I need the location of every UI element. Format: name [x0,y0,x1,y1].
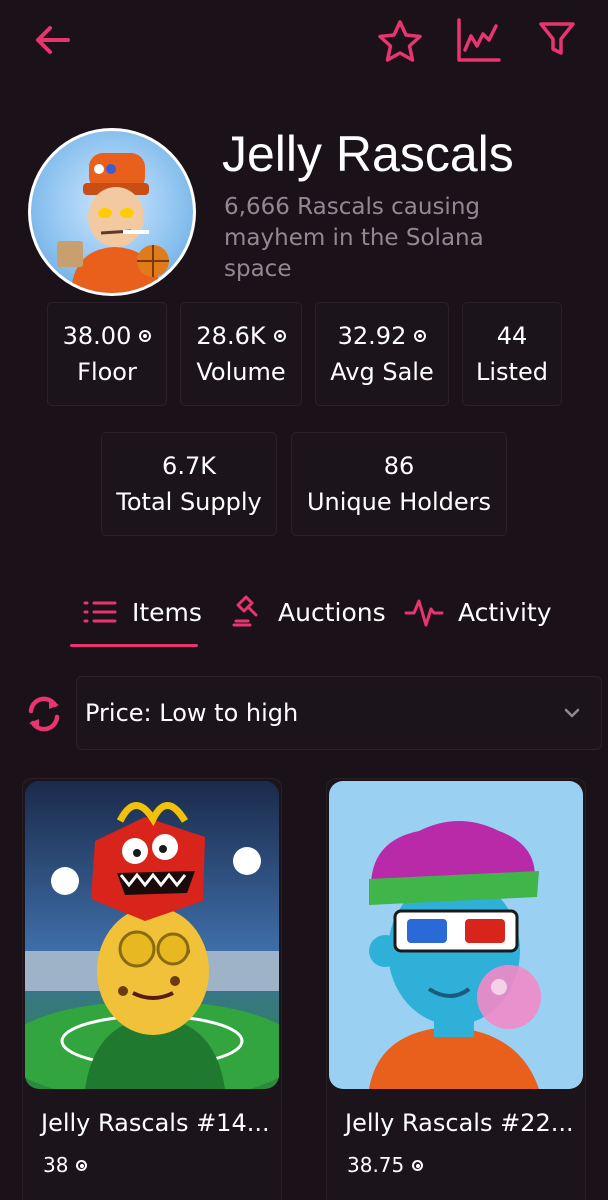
tab-auctions[interactable]: Auctions [230,588,386,636]
stat-value: 44 [496,322,528,350]
star-icon [378,20,422,62]
filter-button[interactable] [534,16,580,62]
sort-selected-value: Price: Low to high [85,699,299,727]
sort-select[interactable]: Price: Low to high [76,676,602,750]
stat-value: 32.92 [337,322,407,350]
nft-price: 38.75 [347,1153,424,1177]
nft-image [25,781,279,1089]
collection-description: 6,666 Rascals causing mayhem in the Sola… [224,194,484,282]
line-chart-icon [457,18,501,62]
sol-icon [139,330,152,342]
active-tab-indicator [70,644,198,647]
nft-price: 38 [43,1153,88,1177]
nft-card[interactable]: Jelly Rascals #14... 38 [22,778,282,1200]
stat-value: 28.6K [196,322,266,350]
stat-avg-sale: 32.92 Avg Sale [315,302,449,406]
stat-unique-holders: 86 Unique Holders [291,432,507,536]
nft-price-value: 38.75 [347,1153,405,1177]
stat-label: Avg Sale [330,358,434,386]
nft-name: Jelly Rascals #14... [41,1109,270,1137]
tab-label: Items [132,597,202,627]
stat-label: Listed [476,358,548,386]
stat-value: 38.00 [62,322,132,350]
stat-label: Volume [196,358,286,386]
rascal-avatar-icon [31,131,193,293]
stat-listed: 44 Listed [462,302,562,406]
refresh-button[interactable] [24,694,64,734]
funnel-icon [539,22,575,55]
arrow-left-icon [36,26,70,54]
nft-name: Jelly Rascals #22... [345,1109,574,1137]
sol-icon [412,1159,424,1171]
favorite-button[interactable] [374,16,426,68]
stat-floor: 38.00 Floor [47,302,167,406]
refresh-icon [28,696,60,732]
pulse-icon [404,599,444,627]
nft-image [329,781,583,1089]
gavel-icon [232,595,258,627]
tab-label: Activity [458,597,552,627]
tab-items[interactable]: Items [82,588,202,636]
stat-volume: 28.6K Volume [180,302,302,406]
sol-icon [273,330,286,342]
back-button[interactable] [28,20,76,60]
sol-icon [414,330,427,342]
list-icon [83,601,117,623]
collection-avatar [28,128,196,296]
tab-activity[interactable]: Activity [404,588,552,636]
nft-card[interactable]: Jelly Rascals #22... 38.75 [326,778,586,1200]
nft-price-value: 38 [43,1153,69,1177]
stat-value: 86 [383,452,415,480]
stat-label: Unique Holders [306,488,492,516]
tab-label: Auctions [278,597,386,627]
stat-label: Floor [77,358,137,386]
sol-icon [76,1159,88,1171]
chevron-down-icon [564,708,580,718]
stat-label: Total Supply [116,488,262,516]
stat-value: 6.7K [162,452,216,480]
collection-title: Jelly Rascals [222,126,514,182]
stat-total-supply: 6.7K Total Supply [101,432,277,536]
stats-button[interactable] [452,14,504,66]
